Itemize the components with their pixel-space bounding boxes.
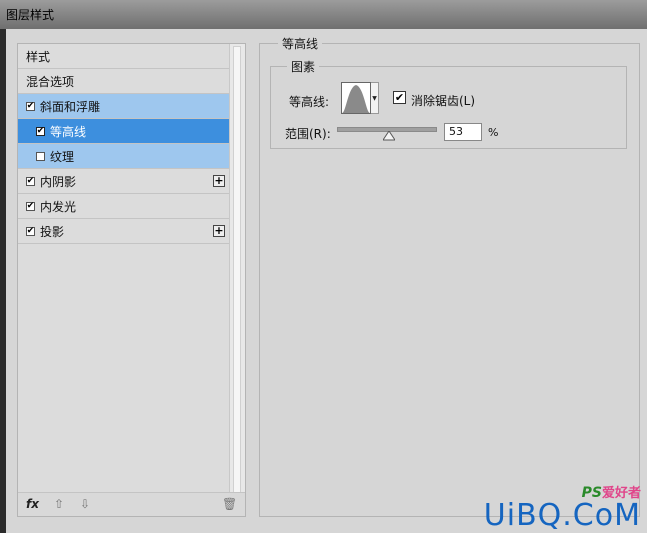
contour-dropdown-arrow-icon[interactable]: ▼ (371, 82, 379, 114)
checkbox-contour[interactable]: ✔ (36, 126, 45, 136)
style-list-toolbar: fx ⇧ ⇩ 🗑 (18, 492, 245, 516)
contour-settings-panel: 等高线 图素 等高线: ▼ ✔ 消除锯齿(L) 范围(R): 53 % (259, 35, 640, 517)
panel-title: 等高线 (278, 35, 323, 52)
range-input[interactable]: 53 (444, 123, 482, 141)
scrollbar-thumb[interactable] (233, 46, 241, 502)
sidebar-item-label: 投影 (40, 224, 65, 239)
range-unit: % (488, 126, 499, 139)
checkbox-drop-shadow[interactable]: ✔ (26, 226, 35, 236)
sidebar-item-label: 内阴影 (40, 174, 77, 189)
add-inner-shadow-button[interactable]: + (213, 175, 225, 187)
sidebar-item-label: 纹理 (50, 149, 75, 164)
range-label: 范围(R): (285, 127, 331, 141)
add-drop-shadow-button[interactable]: + (213, 225, 225, 237)
trash-icon[interactable]: 🗑 (222, 497, 237, 511)
elements-group-title: 图素 (287, 58, 320, 75)
sidebar-item-contour[interactable]: ✔ 等高线 (18, 119, 229, 144)
sidebar-item-label: 斜面和浮雕 (40, 99, 101, 114)
checkbox-inner-shadow[interactable]: ✔ (26, 176, 35, 186)
sidebar-item-inner-glow[interactable]: ✔ 内发光 (18, 194, 229, 219)
antialias-checkbox[interactable]: ✔ (393, 91, 406, 104)
sidebar-item-texture[interactable]: 纹理 (18, 144, 229, 169)
sidebar-item-label: 内发光 (40, 199, 77, 214)
sidebar-item-label: 混合选项 (26, 74, 75, 89)
sidebar-item-label: 等高线 (50, 124, 87, 139)
style-list-panel: 样式 混合选项 ✔ 斜面和浮雕 ✔ 等高线 纹理 ✔ 内阴影 + ✔ 内发光 ✔… (17, 43, 246, 517)
sidebar-item-styles[interactable]: 样式 (18, 44, 229, 69)
checkbox-bevel-emboss[interactable]: ✔ (26, 101, 35, 111)
title-bar: 图层样式 (0, 0, 647, 29)
fx-icon[interactable]: fx (26, 497, 39, 511)
sidebar-item-inner-shadow[interactable]: ✔ 内阴影 + (18, 169, 229, 194)
contour-preview[interactable] (341, 82, 371, 114)
contour-curve-icon (342, 85, 370, 113)
antialias-label: 消除锯齿(L) (411, 94, 476, 108)
style-list: 样式 混合选项 ✔ 斜面和浮雕 ✔ 等高线 纹理 ✔ 内阴影 + ✔ 内发光 ✔… (18, 44, 229, 504)
sidebar-item-bevel-emboss[interactable]: ✔ 斜面和浮雕 (18, 94, 229, 119)
checkbox-texture[interactable] (36, 151, 45, 161)
window-title: 图层样式 (6, 8, 55, 22)
sidebar-item-blending-options[interactable]: 混合选项 (18, 69, 229, 94)
style-list-scrollbar[interactable] (229, 44, 245, 504)
layer-style-dialog: 样式 混合选项 ✔ 斜面和浮雕 ✔ 等高线 纹理 ✔ 内阴影 + ✔ 内发光 ✔… (6, 29, 647, 533)
watermark: PS爱好者 UiBQ.CoM (484, 482, 641, 531)
move-down-icon[interactable]: ⇩ (80, 497, 90, 511)
contour-label: 等高线: (289, 95, 330, 109)
elements-group: 图素 等高线: ▼ ✔ 消除锯齿(L) 范围(R): 53 % (270, 58, 627, 149)
slider-triangle-icon (382, 131, 395, 141)
move-up-icon[interactable]: ⇧ (54, 497, 64, 511)
checkbox-inner-glow[interactable]: ✔ (26, 201, 35, 211)
watermark-logo: UiBQ.CoM (483, 498, 641, 533)
sidebar-item-label: 样式 (26, 49, 51, 64)
sidebar-item-drop-shadow[interactable]: ✔ 投影 + (18, 219, 229, 244)
